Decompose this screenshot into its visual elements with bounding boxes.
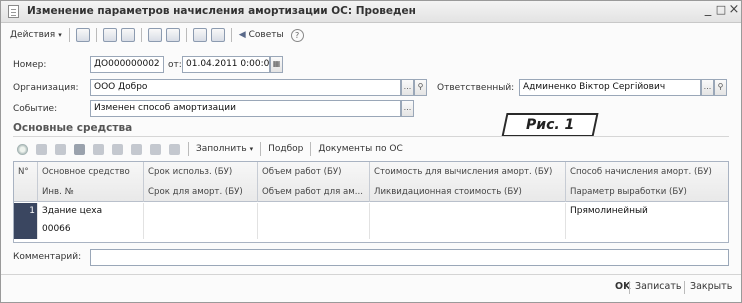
end-edit-icon[interactable] — [93, 143, 104, 155]
header-cell[interactable]: Объем работ для ам... — [258, 182, 370, 202]
header-cell[interactable]: Основное средство — [38, 162, 144, 182]
cost-cell[interactable] — [370, 203, 566, 221]
method-cell[interactable]: Прямолинейный — [566, 203, 728, 221]
figure-badge: Рис. 1 — [501, 113, 599, 137]
table-header: N° Основное средство Срок использ. (БУ) … — [14, 162, 728, 202]
help-icon[interactable]: ? — [290, 28, 304, 42]
pick-button[interactable]: Подбор — [268, 144, 303, 154]
date-field[interactable]: 01.04.2011 0:00:00 — [182, 56, 270, 73]
empty-cell[interactable] — [144, 221, 258, 239]
header-cell[interactable] — [14, 182, 38, 202]
toolbar-separator — [185, 28, 187, 42]
empty-cell[interactable] — [566, 221, 728, 239]
search-icon[interactable]: ⚲ — [714, 79, 727, 96]
row-number-bottom — [14, 221, 38, 239]
footer-separator — [629, 281, 630, 294]
figure-label: Рис. 1 — [525, 117, 575, 133]
table-toolbar: Заполнить ▾ Подбор Документы по ОС — [13, 139, 729, 159]
report-icon[interactable] — [210, 28, 225, 42]
close-window-button[interactable]: × — [726, 2, 742, 17]
dropdown-arrow-icon: ▾ — [249, 145, 254, 153]
toolbar-separator — [310, 142, 312, 156]
document-window: Изменение параметров начисления амортиза… — [0, 0, 742, 303]
save-button[interactable]: Записать — [635, 281, 681, 292]
row-number[interactable]: 1 — [14, 203, 38, 221]
dropdown-arrow-icon: ▾ — [58, 31, 62, 39]
toolbar-separator — [140, 28, 142, 42]
fill-label: Заполнить — [196, 144, 247, 154]
asset-cell[interactable]: Здание цеха — [38, 203, 144, 221]
select-button[interactable]: ... — [701, 79, 714, 96]
delete-row-icon[interactable] — [74, 143, 85, 155]
main-toolbar: Действия ▾ ◀ Советы ? — [1, 24, 741, 46]
number-field[interactable]: ДО000000002 — [90, 56, 164, 73]
header-cell[interactable]: Срок для аморт. (БУ) — [144, 182, 258, 202]
header-cell[interactable]: Стоимость для вычисления аморт. (БУ) — [370, 162, 566, 182]
structure-icon[interactable] — [165, 28, 180, 42]
volume-cell[interactable] — [258, 203, 370, 221]
search-icon[interactable]: ⚲ — [414, 79, 427, 96]
empty-cell[interactable] — [258, 221, 370, 239]
toolbar-separator — [95, 28, 97, 42]
close-button[interactable]: Закрыть — [690, 281, 732, 292]
save-icon[interactable] — [102, 28, 117, 42]
header-cell[interactable]: Срок использ. (БУ) — [144, 162, 258, 182]
empty-cell[interactable] — [370, 221, 566, 239]
header-cell[interactable]: Ликвидационная стоимость (БУ) — [370, 182, 566, 202]
based-on-icon[interactable] — [147, 28, 162, 42]
footer-separator — [684, 281, 685, 294]
organization-field[interactable]: ООО Добро — [90, 79, 401, 96]
toolbar-separator — [260, 142, 262, 156]
date-label: от: — [168, 60, 182, 70]
window-title: Изменение параметров начисления амортиза… — [27, 5, 416, 17]
inventory-number-cell[interactable]: 00066 — [38, 221, 144, 239]
responsible-field[interactable]: Админенко Віктор Сергійович — [519, 79, 701, 96]
toolbar-separator — [68, 28, 70, 42]
add-row-icon[interactable] — [17, 143, 28, 155]
event-label: Событие: — [13, 104, 58, 114]
select-button[interactable]: ... — [401, 79, 414, 96]
comment-label: Комментарий: — [13, 252, 82, 262]
actions-label: Действия — [10, 30, 56, 40]
header-cell[interactable]: Параметр выработки (БУ) — [566, 182, 728, 202]
move-down-icon[interactable] — [131, 143, 142, 155]
section-title: Основные средства — [13, 122, 133, 134]
toolbar-separator — [230, 28, 232, 42]
post-icon[interactable] — [120, 28, 135, 42]
tips-button[interactable]: ◀ Советы — [236, 26, 287, 44]
title-bar: Изменение параметров начисления амортиза… — [1, 1, 741, 23]
header-cell[interactable]: Инв. № — [38, 182, 144, 202]
document-icon — [8, 5, 19, 18]
actions-menu[interactable]: Действия ▾ — [7, 26, 65, 44]
event-field[interactable]: Изменен способ амортизации — [90, 100, 401, 117]
select-button[interactable]: ... — [401, 100, 414, 117]
move-up-icon[interactable] — [112, 143, 123, 155]
toolbar-separator — [188, 142, 189, 156]
assets-table: N° Основное средство Срок использ. (БУ) … — [13, 161, 729, 243]
useful-life-cell[interactable] — [144, 203, 258, 221]
comment-field[interactable] — [90, 249, 729, 266]
post-and-close-icon[interactable] — [75, 28, 90, 42]
tips-label: Советы — [248, 30, 284, 40]
print-preview-icon[interactable] — [192, 28, 207, 42]
responsible-label: Ответственный: — [437, 83, 515, 93]
organization-label: Организация: — [13, 83, 79, 93]
sort-desc-icon[interactable] — [169, 143, 180, 155]
header-cell[interactable]: Способ начисления аморт. (БУ) — [566, 162, 728, 182]
divider — [13, 136, 729, 137]
divider — [1, 274, 741, 275]
number-label: Номер: — [13, 60, 47, 70]
calendar-icon[interactable]: ▦ — [270, 56, 283, 73]
header-cell[interactable]: Объем работ (БУ) — [258, 162, 370, 182]
documents-button[interactable]: Документы по ОС — [318, 144, 402, 154]
copy-row-icon[interactable] — [36, 143, 47, 155]
fill-button[interactable]: Заполнить ▾ — [196, 144, 253, 154]
edit-row-icon[interactable] — [55, 143, 66, 155]
tips-icon: ◀ — [238, 30, 246, 40]
sort-asc-icon[interactable] — [150, 143, 161, 155]
header-cell[interactable]: N° — [14, 162, 38, 182]
